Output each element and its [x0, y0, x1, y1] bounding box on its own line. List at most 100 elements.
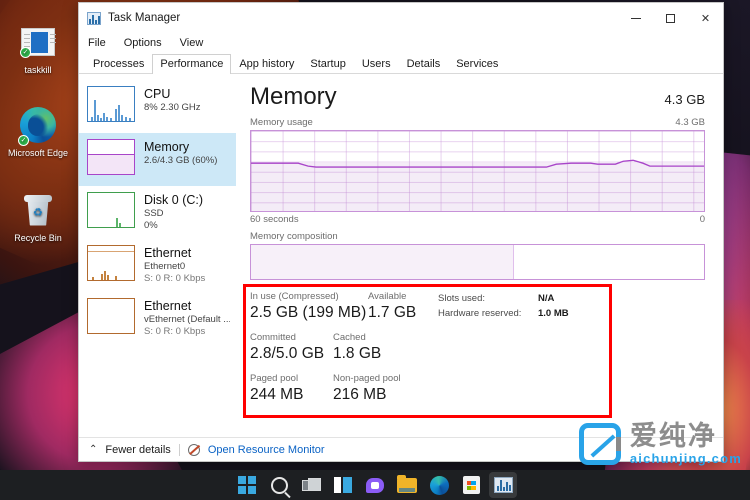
graph-axis-labels: 60 seconds 0: [250, 214, 705, 225]
stat-value: 2.5 GB (199 MB): [250, 303, 368, 322]
store-icon: [463, 476, 480, 494]
desktop-icon-recycle-bin[interactable]: ♻ Recycle Bin: [4, 190, 72, 244]
sidebar-item-sub: 8% 2.30 GHz: [144, 102, 201, 114]
watermark-chinese-text: 爱纯净: [630, 422, 717, 451]
window-title-bar[interactable]: Task Manager ✕: [79, 3, 723, 33]
search-button[interactable]: [265, 472, 293, 498]
stat-hardware-reserved: Hardware reserved: 1.0 MB: [438, 306, 569, 321]
sidebar-item-title: Ethernet: [144, 299, 230, 314]
stat-row-pools: Paged pool 244 MB Non-paged pool 216 MB: [250, 372, 430, 404]
memory-usage-max: 4.3 GB: [675, 117, 705, 128]
memory-capacity: 4.3 GB: [665, 92, 705, 107]
memory-usage-labels: Memory usage 4.3 GB: [250, 117, 705, 128]
open-resource-monitor-link[interactable]: Open Resource Monitor: [208, 444, 325, 456]
stat-label: In use (Compressed): [250, 290, 368, 303]
memory-composition-bar[interactable]: [250, 244, 705, 280]
performance-sidebar: CPU 8% 2.30 GHz Memory 2.6/4.3 GB (60%): [79, 74, 236, 437]
widgets-icon: [334, 477, 352, 493]
tab-users[interactable]: Users: [354, 54, 399, 74]
tab-details[interactable]: Details: [399, 54, 449, 74]
tab-processes[interactable]: Processes: [85, 54, 152, 74]
sidebar-item-memory[interactable]: Memory 2.6/4.3 GB (60%): [79, 133, 236, 186]
edge-button[interactable]: [425, 472, 453, 498]
sidebar-item-title: Ethernet: [144, 246, 205, 261]
sidebar-item-ethernet0[interactable]: Ethernet Ethernet0 S: 0 R: 0 Kbps: [79, 239, 236, 292]
desktop: ✓ taskkill ✓ Microsoft Edge ♻ Recycle Bi…: [0, 0, 750, 500]
stat-label: Slots used:: [438, 291, 538, 306]
menu-item-view[interactable]: View: [178, 36, 206, 50]
tab-startup[interactable]: Startup: [302, 54, 353, 74]
stat-available: Available 1.7 GB: [368, 290, 430, 322]
stat-label: Paged pool: [250, 372, 333, 385]
ethernet-sparkline-icon: [87, 298, 135, 334]
stat-label: Hardware reserved:: [438, 306, 538, 321]
file-explorer-button[interactable]: [393, 472, 421, 498]
fewer-details-button[interactable]: Fewer details: [105, 444, 170, 456]
menu-item-options[interactable]: Options: [122, 36, 164, 50]
disk-sparkline-icon: [87, 192, 135, 228]
desktop-icon-label: Microsoft Edge: [4, 148, 72, 159]
sidebar-item-cpu[interactable]: CPU 8% 2.30 GHz: [79, 80, 236, 133]
chevron-up-icon: ⌃: [89, 444, 97, 455]
memory-header: Memory 4.3 GB: [250, 82, 705, 112]
stat-label: Cached: [333, 331, 381, 344]
cpu-sparkline-icon: [87, 86, 135, 122]
sidebar-item-vethernet[interactable]: Ethernet vEthernet (Default ... S: 0 R: …: [79, 292, 236, 345]
sidebar-item-title: Memory: [144, 140, 217, 155]
task-manager-button[interactable]: [489, 472, 517, 498]
aichunjing-logo-icon: [579, 423, 621, 465]
tab-bar: Processes Performance App history Startu…: [79, 53, 723, 74]
widgets-button[interactable]: [329, 472, 357, 498]
performance-main-panel: Memory 4.3 GB Memory usage 4.3 GB 60 sec…: [236, 74, 723, 437]
resource-monitor-icon: [188, 444, 200, 456]
sidebar-item-title: Disk 0 (C:): [144, 193, 203, 208]
page-title: Memory: [250, 82, 337, 112]
graph-line: [251, 131, 704, 211]
minimize-button[interactable]: [618, 3, 653, 33]
sidebar-item-sub: SSD: [144, 208, 203, 220]
stat-row-committed-cached: Committed 2.8/5.0 GB Cached 1.8 GB: [250, 331, 430, 363]
start-button[interactable]: [233, 472, 261, 498]
sidebar-item-sub: vEthernet (Default ...: [144, 314, 230, 326]
maximize-button[interactable]: [653, 3, 688, 33]
task-view-icon: [302, 478, 321, 493]
stat-value: 244 MB: [250, 385, 333, 404]
desktop-icon-taskkill[interactable]: ✓ taskkill: [4, 22, 72, 76]
close-button[interactable]: ✕: [688, 3, 723, 33]
sidebar-item-sub2: S: 0 R: 0 Kbps: [144, 273, 205, 285]
window-title: Task Manager: [108, 12, 180, 24]
folder-icon: [397, 478, 417, 493]
ethernet-sparkline-icon: [87, 245, 135, 281]
stat-label: Committed: [250, 331, 333, 344]
stat-value: 1.8 GB: [333, 344, 381, 363]
stat-value: N/A: [538, 291, 554, 306]
stat-cached: Cached 1.8 GB: [333, 331, 381, 363]
task-manager-icon: [494, 477, 513, 493]
window-body: CPU 8% 2.30 GHz Memory 2.6/4.3 GB (60%): [79, 74, 723, 437]
stat-value: 216 MB: [333, 385, 401, 404]
menu-bar: File Options View: [79, 33, 723, 53]
tab-performance[interactable]: Performance: [152, 54, 231, 74]
edge-icon: [430, 476, 449, 495]
stat-paged-pool: Paged pool 244 MB: [250, 372, 333, 404]
chat-button[interactable]: [361, 472, 389, 498]
task-view-button[interactable]: [297, 472, 325, 498]
axis-label-left: 60 seconds: [250, 214, 299, 225]
stat-label: Available: [368, 290, 430, 303]
watermark: 爱纯净 aichunjing.com: [579, 422, 742, 466]
composition-available-segment: [514, 245, 704, 279]
tab-app-history[interactable]: App history: [231, 54, 302, 74]
memory-sparkline-icon: [87, 139, 135, 175]
sidebar-item-sub: 2.6/4.3 GB (60%): [144, 155, 217, 167]
desktop-icon-microsoft-edge[interactable]: ✓ Microsoft Edge: [4, 105, 72, 159]
axis-label-right: 0: [700, 214, 705, 225]
desktop-icon-label: Recycle Bin: [4, 233, 72, 244]
tab-services[interactable]: Services: [448, 54, 506, 74]
stats-left-column: In use (Compressed) 2.5 GB (199 MB) Avai…: [250, 290, 430, 413]
sidebar-item-disk0[interactable]: Disk 0 (C:) SSD 0%: [79, 186, 236, 239]
windows-start-icon: [238, 476, 256, 494]
microsoft-store-button[interactable]: [457, 472, 485, 498]
menu-item-file[interactable]: File: [86, 36, 108, 50]
task-manager-icon: [87, 12, 101, 25]
desktop-icon-label: taskkill: [4, 65, 72, 76]
